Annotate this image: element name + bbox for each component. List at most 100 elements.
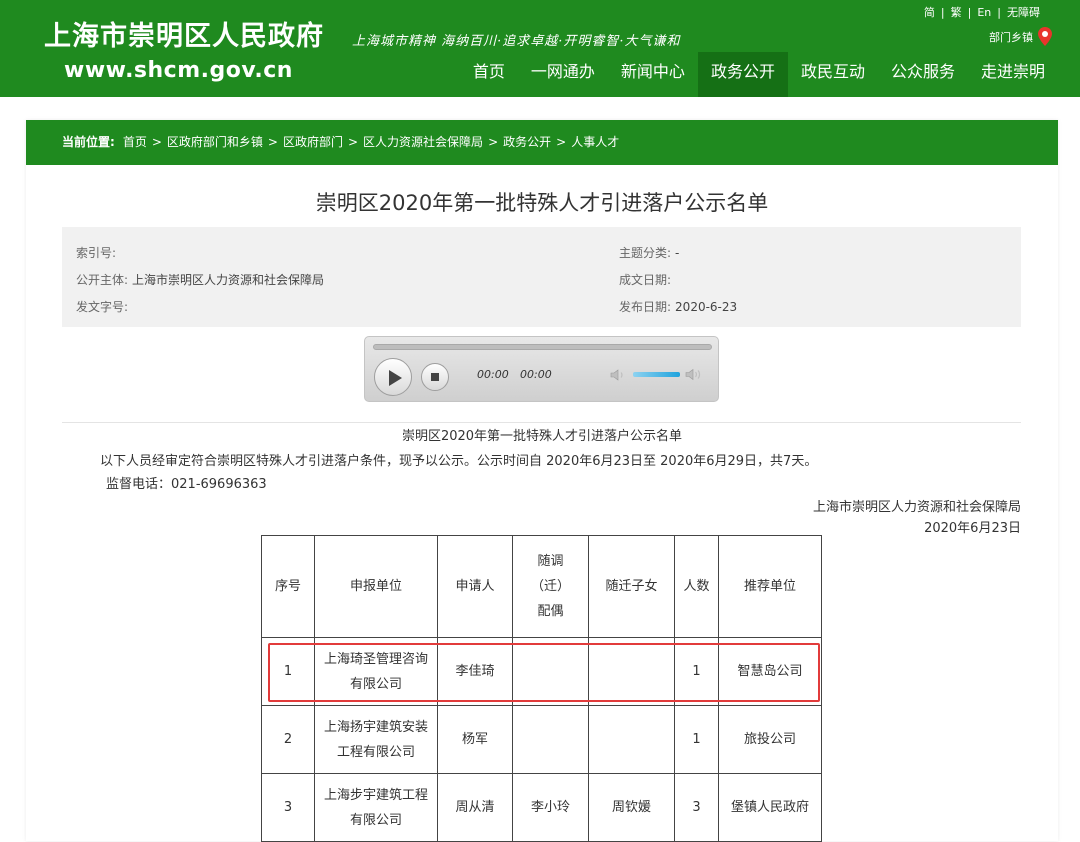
dept-link[interactable]: 部门乡镇 <box>989 27 1052 46</box>
table-cell: 1 <box>674 637 719 706</box>
meta-created-label: 成文日期: <box>619 273 672 287</box>
separator: | <box>997 6 1001 19</box>
meta-doc-no: 发文字号: <box>76 298 132 315</box>
table-cell: 旅投公司 <box>718 705 822 774</box>
table-cell: 杨军 <box>437 705 513 774</box>
top-links: 简 | 繁 | En | 无障碍 <box>924 4 1040 20</box>
table-cell: 李佳琦 <box>437 637 513 706</box>
supervision-phone: 监督电话：021-69696363 <box>106 477 267 492</box>
site-url[interactable]: www.shcm.gov.cn <box>64 58 293 83</box>
accessibility-link[interactable]: 无障碍 <box>1007 4 1040 20</box>
page-title: 崇明区2020年第一批特殊人才引进落户公示名单 <box>315 191 769 215</box>
site-header: 上海市崇明区人民政府 www.shcm.gov.cn 上海城市精神 海纳百川·追… <box>0 0 1080 97</box>
traditional-link[interactable]: 繁 <box>951 4 962 20</box>
table-cell: 3 <box>261 773 315 842</box>
audio-player: 00:00 00:00 <box>364 336 719 402</box>
table-row: 1 上海琦圣管理咨询有限公司 李佳琦 1 智慧岛公司 <box>261 637 822 706</box>
audio-progress-bar[interactable] <box>373 344 712 350</box>
nav-public-services[interactable]: 公众服务 <box>878 52 968 97</box>
meta-doc-no-label: 发文字号: <box>76 300 129 314</box>
separator: | <box>940 6 945 19</box>
volume-low-icon[interactable] <box>610 369 628 381</box>
table-header: 序号 <box>261 535 315 638</box>
table-cell <box>588 705 675 774</box>
nav-home[interactable]: 首页 <box>460 52 518 97</box>
nav-gov-affairs[interactable]: 政务公开 <box>697 52 788 97</box>
breadcrumb-depts[interactable]: 区政府部门 <box>283 135 343 149</box>
breadcrumb-label: 当前位置: <box>62 135 115 149</box>
breadcrumb-personnel[interactable]: 人事人才 <box>571 135 619 149</box>
table-header: 人数 <box>674 535 719 638</box>
location-pin-icon <box>1038 27 1052 46</box>
signature-date: 2020年6月23日 <box>924 521 1021 536</box>
table-cell: 3 <box>674 773 719 842</box>
breadcrumb-gov-affairs[interactable]: 政务公开 <box>503 135 551 149</box>
table-cell <box>512 637 589 706</box>
table-cell: 1 <box>674 705 719 774</box>
table-cell: 上海步宇建筑工程有限公司 <box>314 773 438 842</box>
table-row: 3 上海步宇建筑工程有限公司 周从清 李小玲 周钦媛 3 堡镇人民政府 <box>261 773 822 842</box>
play-button[interactable] <box>374 358 412 396</box>
site-title[interactable]: 上海市崇明区人民政府 <box>44 14 324 53</box>
table-cell <box>588 637 675 706</box>
signature-org: 上海市崇明区人力资源和社会保障局 <box>812 500 1021 515</box>
table-cell: 上海琦圣管理咨询有限公司 <box>314 637 438 706</box>
breadcrumb-separator: > <box>267 135 278 149</box>
volume-slider[interactable] <box>633 372 680 377</box>
breadcrumb-separator: > <box>556 135 567 149</box>
table-cell: 周钦媛 <box>588 773 675 842</box>
nav-about-chongming[interactable]: 走进崇明 <box>968 52 1058 97</box>
breadcrumb-hr-bureau[interactable]: 区人力资源社会保障局 <box>363 135 483 149</box>
divider <box>62 422 1021 423</box>
table-cell: 李小玲 <box>512 773 589 842</box>
nav-interaction[interactable]: 政民互动 <box>788 52 878 97</box>
separator: | <box>967 6 972 19</box>
table-header: 申报单位 <box>314 535 438 638</box>
meta-topic: 主题分类: - <box>619 244 679 261</box>
content-panel: 当前位置: 首页 > 区政府部门和乡镇 > 区政府部门 > 区人力资源社会保障局 > 政务公开 > 人… <box>26 120 1058 842</box>
table-header: 随调（迁）配偶 <box>512 535 589 638</box>
breadcrumb: 当前位置: 首页 > 区政府部门和乡镇 > 区政府部门 > 区人力资源社会保障局 > 政务公开 > 人… <box>26 120 1058 165</box>
city-slogan: 上海城市精神 海纳百川·追求卓越·开明睿智·大气谦和 <box>352 34 681 49</box>
nav-news[interactable]: 新闻中心 <box>608 52 698 97</box>
table-cell: 周从清 <box>437 773 513 842</box>
breadcrumb-home[interactable]: 首页 <box>123 135 147 149</box>
meta-published: 发布日期: 2020-6-23 <box>619 298 737 315</box>
body-heading: 崇明区2020年第一批特殊人才引进落户公示名单 <box>401 429 683 444</box>
table-cell: 堡镇人民政府 <box>718 773 822 842</box>
meta-topic-label: 主题分类: <box>619 246 672 260</box>
breadcrumb-separator: > <box>347 135 359 149</box>
main-nav: 首页 一网通办 新闻中心 政务公开 政民互动 公众服务 走进崇明 <box>460 52 1058 97</box>
table-header: 随迁子女 <box>588 535 675 638</box>
table-header: 申请人 <box>437 535 513 638</box>
table-row: 2 上海扬宇建筑安装工程有限公司 杨军 1 旅投公司 <box>261 705 822 774</box>
table-cell: 智慧岛公司 <box>718 637 822 706</box>
body-intro: 以下人员经审定符合崇明区特殊人才引进落户条件，现予以公示。公示时间自 2020年… <box>100 454 818 469</box>
stop-button[interactable] <box>421 363 449 391</box>
meta-topic-value: - <box>675 246 680 260</box>
table-header-row: 序号 申报单位 申请人 随调（迁）配偶 随迁子女 人数 推荐单位 <box>261 535 822 638</box>
meta-publisher-value: 上海市崇明区人力资源和社会保障局 <box>132 273 325 287</box>
meta-publisher: 公开主体: 上海市崇明区人力资源和社会保障局 <box>76 271 324 288</box>
dept-link-label: 部门乡镇 <box>989 30 1033 44</box>
meta-created: 成文日期: <box>619 271 675 288</box>
current-time: 00:00 <box>477 368 509 381</box>
meta-publisher-label: 公开主体: <box>76 273 129 287</box>
breadcrumb-depts-towns[interactable]: 区政府部门和乡镇 <box>167 135 263 149</box>
meta-published-value: 2020-6-23 <box>675 300 738 314</box>
meta-index-label: 索引号: <box>76 246 117 260</box>
table-cell: 2 <box>261 705 315 774</box>
document-meta: 索引号: 公开主体: 上海市崇明区人力资源和社会保障局 发文字号: 主题分类: - … <box>62 227 1021 327</box>
simplified-link[interactable]: 简 <box>924 4 935 20</box>
nav-online-services[interactable]: 一网通办 <box>518 52 608 97</box>
meta-index: 索引号: <box>76 244 120 261</box>
duration-time: 00:00 <box>520 368 552 381</box>
english-link[interactable]: En <box>977 6 991 19</box>
table-header: 推荐单位 <box>718 535 822 638</box>
table-cell: 1 <box>261 637 315 706</box>
breadcrumb-separator: > <box>488 135 499 149</box>
table-cell: 上海扬宇建筑安装工程有限公司 <box>314 705 438 774</box>
volume-high-icon[interactable] <box>685 368 703 381</box>
table-cell <box>512 705 589 774</box>
talent-list-table: 序号 申报单位 申请人 随调（迁）配偶 随迁子女 人数 推荐单位 1 上海琦圣管… <box>261 535 822 842</box>
